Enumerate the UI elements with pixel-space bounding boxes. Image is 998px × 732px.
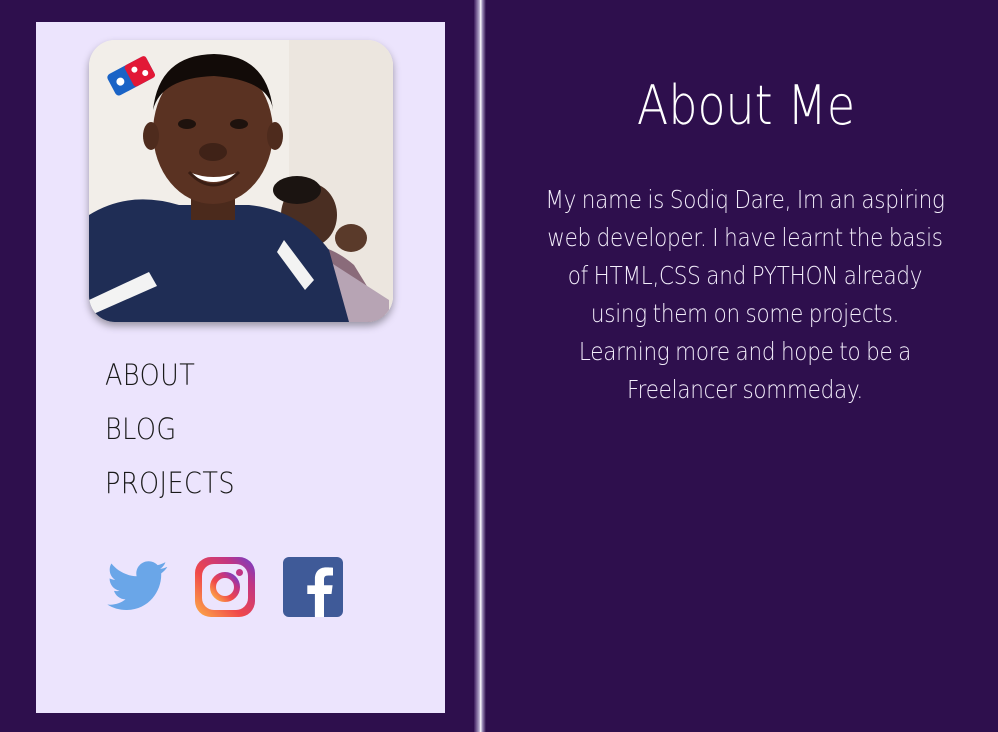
sidebar: ABOUT BLOG PROJECTS xyxy=(36,22,445,713)
vertical-divider xyxy=(474,0,486,732)
nav-about-link[interactable]: ABOUT xyxy=(105,348,235,402)
social-links xyxy=(105,555,345,619)
facebook-icon xyxy=(283,557,343,617)
about-section: About Me My name is Sodiq Dare, Im an as… xyxy=(496,0,996,732)
instagram-link[interactable] xyxy=(193,555,257,619)
twitter-icon xyxy=(107,561,168,610)
page: ABOUT BLOG PROJECTS About Me My name is … xyxy=(0,0,998,732)
instagram-icon xyxy=(195,557,255,617)
nav-projects-link[interactable]: PROJECTS xyxy=(105,456,235,510)
page-title: About Me xyxy=(636,74,856,137)
facebook-link[interactable] xyxy=(281,555,345,619)
profile-photo xyxy=(89,40,393,322)
main-nav: ABOUT BLOG PROJECTS xyxy=(105,348,253,510)
twitter-link[interactable] xyxy=(105,555,169,619)
avatar xyxy=(89,40,393,322)
nav-blog-link[interactable]: BLOG xyxy=(105,402,235,456)
bio-text: My name is Sodiq Dare, Im an aspiring we… xyxy=(545,185,945,404)
